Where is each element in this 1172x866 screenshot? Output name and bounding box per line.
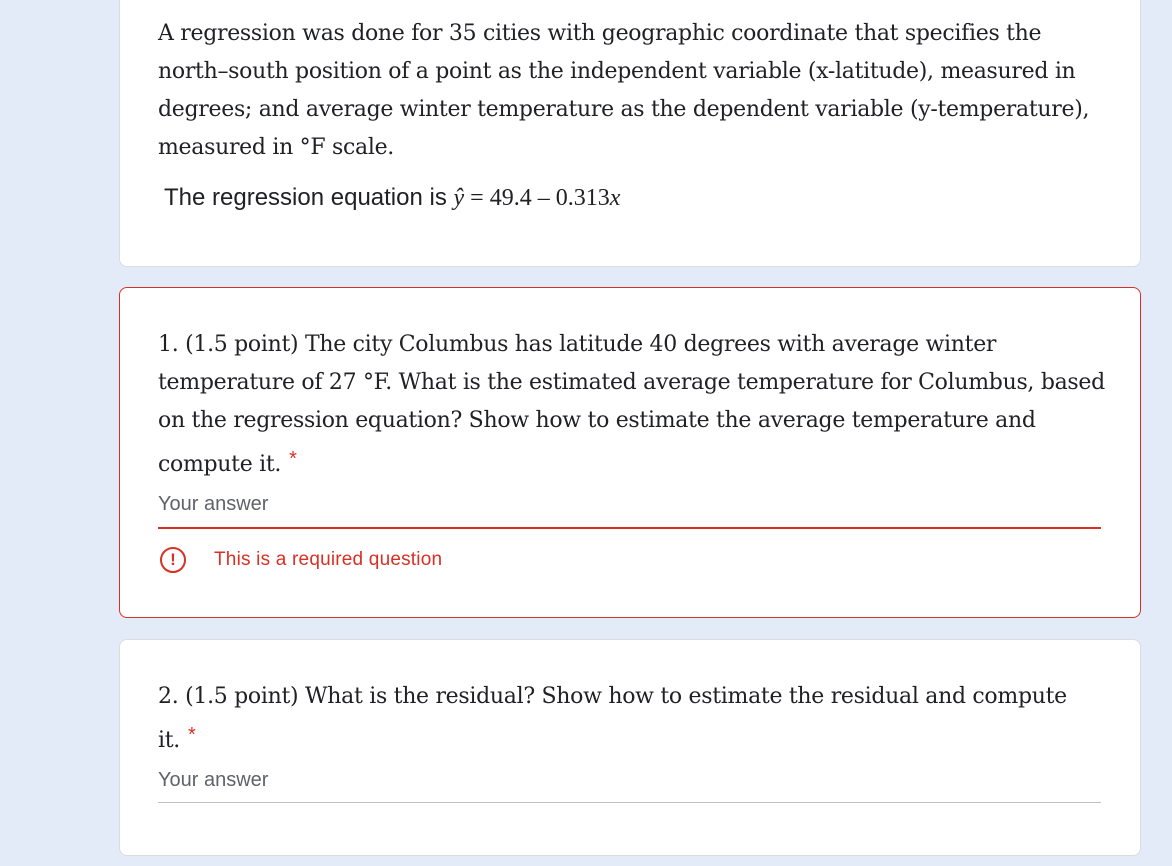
question-2-title: 2. (1.5 point) What is the residual? Sho… — [158, 684, 1067, 753]
equation-yhat: ŷ — [453, 185, 465, 211]
question-2-card: 2. (1.5 point) What is the residual? Sho… — [119, 639, 1141, 856]
regression-equation: The regression equation is ŷ = 49.4 – 0.… — [164, 184, 620, 212]
required-asterisk: * — [187, 724, 196, 746]
error-message-row: ! This is a required question — [160, 545, 442, 575]
equation-x: x — [609, 185, 621, 211]
question-2-text: 2. (1.5 point) What is the residual? Sho… — [158, 678, 1108, 760]
question-1-answer-underline — [158, 527, 1101, 529]
question-1-card: 1. (1.5 point) The city Columbus has lat… — [119, 287, 1141, 618]
question-2-answer-underline — [158, 802, 1101, 803]
equation-prefix: The regression equation is — [164, 184, 454, 211]
description-text: A regression was done for 35 cities with… — [158, 21, 1090, 160]
error-message: This is a required question — [214, 549, 443, 570]
description-card: A regression was done for 35 cities with… — [119, 0, 1141, 267]
question-1-answer-input[interactable]: Your answer — [158, 493, 268, 516]
required-asterisk: * — [289, 448, 297, 470]
question-1-title: 1. (1.5 point) The city Columbus has lat… — [158, 332, 1105, 477]
question-1-text: 1. (1.5 point) The city Columbus has lat… — [158, 326, 1108, 484]
equation-rhs: = 49.4 – 0.313 — [464, 185, 610, 211]
question-2-answer-input[interactable]: Your answer — [158, 769, 268, 792]
error-icon: ! — [160, 547, 186, 573]
